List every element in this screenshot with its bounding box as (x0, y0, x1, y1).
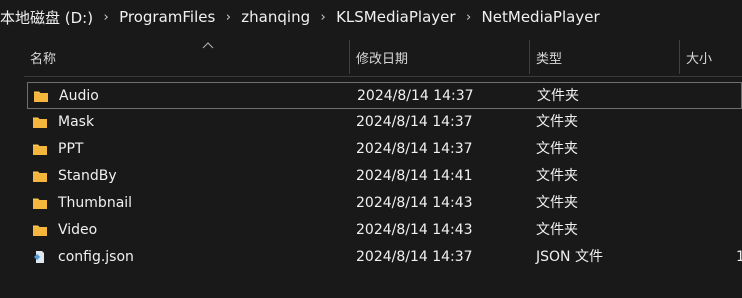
breadcrumb-programfiles[interactable]: ProgramFiles (117, 8, 217, 26)
table-row[interactable]: config.json 2024/8/14 14:37 JSON 文件 1 (27, 244, 742, 271)
table-row[interactable]: Thumbnail 2024/8/14 14:43 文件夹 (27, 190, 742, 217)
file-size: 1 (736, 249, 742, 265)
folder-icon (33, 198, 47, 209)
table-row[interactable]: PPT 2024/8/14 14:37 文件夹 (27, 136, 742, 163)
folder-icon (33, 144, 47, 155)
table-row[interactable]: Audio 2024/8/14 14:37 文件夹 (27, 82, 742, 109)
file-date: 2024/8/14 14:37 (356, 141, 473, 157)
folder-icon (33, 171, 47, 182)
table-row[interactable]: Video 2024/8/14 14:43 文件夹 (27, 217, 742, 244)
file-name: Video (58, 222, 98, 238)
column-type-label: 类型 (536, 51, 563, 67)
file-name: Thumbnail (58, 195, 133, 211)
file-date: 2024/8/14 14:37 (357, 88, 474, 104)
header-divider (24, 76, 742, 77)
file-name: Mask (58, 114, 95, 130)
table-row[interactable]: StandBy 2024/8/14 14:41 文件夹 (27, 163, 742, 190)
breadcrumb-netmediaplayer[interactable]: NetMediaPlayer (480, 8, 602, 26)
file-name: Audio (59, 88, 99, 104)
chevron-right-icon[interactable]: › (312, 10, 334, 25)
table-row[interactable]: Mask 2024/8/14 14:37 文件夹 (27, 109, 742, 136)
file-type: 文件夹 (536, 195, 578, 211)
file-name: PPT (58, 141, 84, 157)
file-type: 文件夹 (536, 222, 578, 238)
breadcrumb: 本地磁盘 (D:) › ProgramFiles › zhanqing › KL… (0, 0, 742, 34)
file-date: 2024/8/14 14:37 (356, 114, 473, 130)
file-name: StandBy (58, 168, 117, 184)
file-type: 文件夹 (536, 168, 578, 184)
column-name-label: 名称 (30, 51, 57, 67)
chevron-right-icon[interactable]: › (217, 10, 239, 25)
folder-icon (33, 117, 47, 128)
file-type: 文件夹 (536, 114, 578, 130)
file-type: 文件夹 (536, 141, 578, 157)
column-name-header[interactable]: 名称 (24, 40, 349, 74)
column-header: 名称 修改日期 类型 大小 (24, 40, 742, 74)
file-name: config.json (58, 249, 134, 265)
chevron-right-icon[interactable]: › (95, 10, 117, 25)
file-date: 2024/8/14 14:41 (356, 168, 473, 184)
column-size-header[interactable]: 大小 (679, 40, 742, 74)
file-explorer: 本地磁盘 (D:) › ProgramFiles › zhanqing › KL… (0, 0, 742, 298)
folder-icon (34, 91, 48, 102)
file-type: JSON 文件 (536, 249, 603, 265)
chevron-right-icon[interactable]: › (458, 10, 480, 25)
json-file-icon (34, 251, 44, 263)
breadcrumb-drive[interactable]: 本地磁盘 (D:) (0, 7, 95, 28)
file-date: 2024/8/14 14:43 (356, 195, 473, 211)
column-date-header[interactable]: 修改日期 (349, 40, 529, 74)
file-list: Audio 2024/8/14 14:37 文件夹 Mask 2024/8/14… (27, 82, 742, 271)
breadcrumb-zhanqing[interactable]: zhanqing (239, 8, 312, 26)
file-date: 2024/8/14 14:37 (356, 249, 473, 265)
column-size-label: 大小 (686, 51, 713, 67)
folder-icon (33, 225, 47, 236)
breadcrumb-klsmediaplayer[interactable]: KLSMediaPlayer (334, 8, 457, 26)
column-date-label: 修改日期 (356, 51, 409, 67)
file-date: 2024/8/14 14:43 (356, 222, 473, 238)
column-type-header[interactable]: 类型 (529, 40, 679, 74)
file-type: 文件夹 (537, 88, 579, 104)
